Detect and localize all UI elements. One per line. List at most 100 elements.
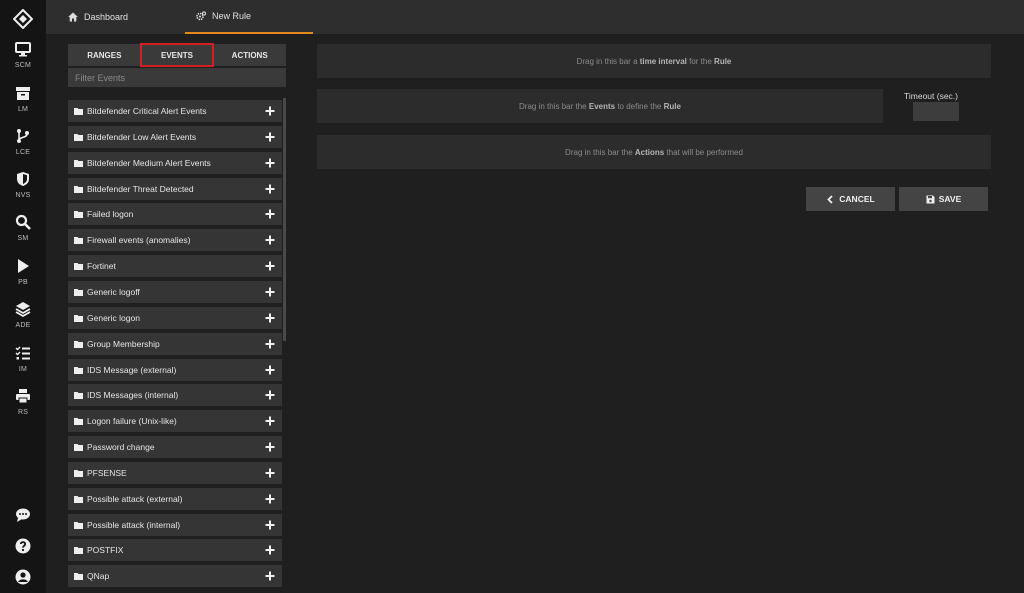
sidebar-item-scm[interactable]: SCM [0, 41, 46, 81]
add-icon[interactable] [265, 209, 275, 219]
event-list-item[interactable]: Bitdefender Threat Detected [68, 178, 282, 200]
event-list-scrollbar[interactable] [283, 98, 286, 341]
time-interval-dropzone[interactable]: Drag in this bar a time interval for the… [317, 44, 991, 78]
sidebar-item-label: ADE [16, 322, 31, 329]
add-icon[interactable] [265, 106, 275, 116]
chat-icon[interactable] [15, 507, 31, 523]
event-list-item[interactable]: QNap [68, 565, 282, 587]
sidebar-item-nvs[interactable]: NVS [0, 171, 46, 211]
search-icon [15, 214, 31, 230]
folder-icon [74, 340, 83, 348]
add-icon[interactable] [265, 442, 275, 452]
add-icon[interactable] [265, 365, 275, 375]
event-list-item[interactable]: Bitdefender Low Alert Events [68, 126, 282, 148]
add-icon[interactable] [265, 287, 275, 297]
event-list-item[interactable]: Group Membership [68, 333, 282, 355]
add-icon[interactable] [265, 261, 275, 271]
dropzone-emphasis: Rule [714, 57, 731, 66]
chevron-left-icon [826, 195, 835, 204]
floppy-disk-icon [926, 195, 935, 204]
event-name: Bitdefender Threat Detected [87, 184, 265, 194]
tab-new-rule[interactable]: New Rule [185, 0, 313, 34]
sidebar-item-lce[interactable]: LCE [0, 128, 46, 168]
add-icon[interactable] [265, 313, 275, 323]
cancel-label: CANCEL [839, 194, 874, 204]
folder-icon [74, 314, 83, 322]
sidebar-item-pb[interactable]: PB [0, 258, 46, 298]
add-icon[interactable] [265, 390, 275, 400]
archive-icon [15, 85, 31, 101]
timeout-input[interactable] [913, 102, 959, 121]
event-list-item[interactable]: Possible attack (external) [68, 488, 282, 510]
event-list-item[interactable]: Generic logoff [68, 281, 282, 303]
help-icon[interactable] [15, 538, 31, 554]
event-name: PFSENSE [87, 468, 265, 478]
event-name: Bitdefender Medium Alert Events [87, 158, 265, 168]
event-name: Failed logon [87, 209, 265, 219]
event-list-item[interactable]: Password change [68, 436, 282, 458]
event-list-item[interactable]: Failed logon [68, 203, 282, 225]
add-icon[interactable] [265, 235, 275, 245]
event-list-item[interactable]: Generic logon [68, 307, 282, 329]
add-icon[interactable] [265, 571, 275, 581]
folder-icon [74, 572, 83, 580]
event-list-item[interactable]: Possible attack (internal) [68, 514, 282, 536]
event-list-item[interactable]: POSTFIX [68, 539, 282, 561]
home-icon [68, 12, 78, 22]
add-icon[interactable] [265, 184, 275, 194]
sidebar-item-label: RS [18, 409, 28, 416]
event-list-item[interactable]: Bitdefender Medium Alert Events [68, 152, 282, 174]
tab-events[interactable]: EVENTS [141, 44, 214, 66]
folder-icon [74, 443, 83, 451]
add-icon[interactable] [265, 132, 275, 142]
layers-icon [15, 301, 31, 317]
folder-icon [74, 159, 83, 167]
printer-icon [15, 388, 31, 404]
add-icon[interactable] [265, 494, 275, 504]
sidebar-item-im[interactable]: IM [0, 345, 46, 385]
event-list-item[interactable]: IDS Messages (internal) [68, 384, 282, 406]
add-icon[interactable] [265, 545, 275, 555]
sidebar: SCM LM LCE NVS SM PB ADE IM RS [0, 0, 46, 593]
cancel-button[interactable]: CANCEL [806, 187, 895, 211]
events-dropzone[interactable]: Drag in this bar the Events to define th… [317, 89, 883, 123]
add-icon[interactable] [265, 416, 275, 426]
event-list-item[interactable]: Bitdefender Critical Alert Events [68, 100, 282, 122]
sidebar-item-rs[interactable]: RS [0, 388, 46, 428]
event-name: Password change [87, 442, 265, 452]
actions-dropzone[interactable]: Drag in this bar the Actions that will b… [317, 135, 991, 169]
cogs-icon [196, 11, 206, 21]
sidebar-item-ade[interactable]: ADE [0, 301, 46, 341]
folder-icon [74, 236, 83, 244]
event-list-item[interactable]: PFSENSE [68, 462, 282, 484]
top-tab-bar: Dashboard New Rule [46, 0, 1024, 34]
sidebar-item-label: NVS [16, 192, 31, 199]
event-list-item[interactable]: Logon failure (Unix-like) [68, 410, 282, 432]
event-list-item[interactable]: Firewall events (anomalies) [68, 229, 282, 251]
branch-icon [15, 128, 31, 144]
add-icon[interactable] [265, 520, 275, 530]
event-name: Generic logon [87, 313, 265, 323]
tab-label: Dashboard [84, 12, 128, 22]
folder-icon [74, 210, 83, 218]
tab-dashboard[interactable]: Dashboard [68, 0, 128, 34]
add-icon[interactable] [265, 468, 275, 478]
filter-events-input[interactable] [68, 68, 286, 87]
user-icon[interactable] [15, 569, 31, 585]
tab-ranges[interactable]: RANGES [68, 44, 141, 66]
dropzone-text: Drag in this bar the [565, 148, 633, 157]
sidebar-item-label: SCM [15, 62, 31, 69]
tab-actions[interactable]: ACTIONS [213, 44, 286, 66]
sidebar-item-lm[interactable]: LM [0, 85, 46, 125]
sidebar-item-label: SM [18, 235, 29, 242]
save-button[interactable]: SAVE [899, 187, 988, 211]
event-list-item[interactable]: IDS Message (external) [68, 359, 282, 381]
play-icon [15, 258, 31, 274]
add-icon[interactable] [265, 339, 275, 349]
folder-icon [74, 107, 83, 115]
dropzone-text: to define the [617, 102, 661, 111]
sidebar-item-sm[interactable]: SM [0, 214, 46, 254]
event-list-item[interactable]: Fortinet [68, 255, 282, 277]
app-logo-icon[interactable] [13, 9, 33, 29]
add-icon[interactable] [265, 158, 275, 168]
